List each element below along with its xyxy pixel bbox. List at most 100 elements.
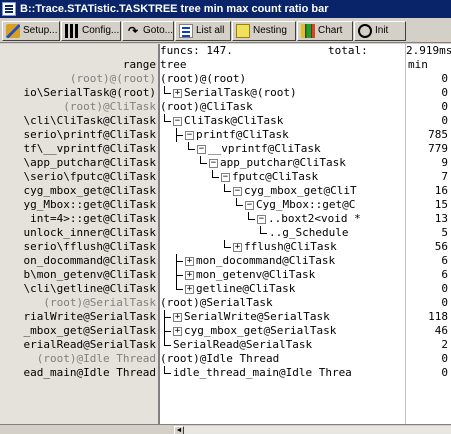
tree-node-label[interactable]: fputc@CliTask: [232, 170, 318, 184]
tree-connector: [164, 331, 171, 332]
range-cell[interactable]: (root)@SerialTask: [43, 296, 156, 310]
expand-icon[interactable]: +: [173, 313, 182, 322]
range-cell[interactable]: serio\fflush@CliTask: [24, 240, 156, 254]
tree-node-label[interactable]: getline@CliTask: [196, 282, 295, 296]
tree-connector: [212, 170, 213, 177]
tree-node-label[interactable]: fflush@CliTask: [244, 240, 337, 254]
tree-node-label[interactable]: __vprintf@CliTask: [208, 142, 321, 156]
expand-icon[interactable]: +: [233, 243, 242, 252]
range-cell[interactable]: rialWrite@SerialTask: [24, 310, 156, 324]
range-cell[interactable]: ead_main@Idle Thread: [24, 366, 156, 380]
range-cell[interactable]: \app_putchar@CliTask: [24, 156, 156, 170]
tree-node-label[interactable]: SerialTask@(root): [184, 86, 297, 100]
tree-connector: [200, 163, 207, 164]
range-cell[interactable]: (root)@Idle Thread: [37, 352, 156, 366]
nesting-button[interactable]: Nesting: [232, 21, 296, 41]
expand-icon[interactable]: +: [173, 327, 182, 336]
tree-node-label[interactable]: idle_thread_main@Idle Threa: [173, 366, 352, 380]
tree-node-label[interactable]: SerialRead@SerialTask: [173, 338, 312, 352]
collapse-icon[interactable]: −: [233, 187, 242, 196]
range-cell[interactable]: yg_Mbox::get@CliTask: [24, 198, 156, 212]
tree-node-label[interactable]: cyg_mbox_get@CliT: [244, 184, 357, 198]
range-cell[interactable]: \cli\getline@CliTask: [24, 282, 156, 296]
tree-node-label[interactable]: CliTask@CliTask: [184, 114, 283, 128]
tree-connector: [164, 86, 165, 93]
range-cell[interactable]: \cli\CliTask@CliTask: [24, 114, 156, 128]
min-cell: 16: [434, 184, 448, 197]
collapse-icon[interactable]: −: [209, 159, 218, 168]
tree-connector: [164, 366, 165, 373]
tree-column[interactable]: funcs: 147. total: tree (root)@(root) + Se…: [160, 44, 405, 424]
range-cell[interactable]: (root)@(root): [70, 72, 156, 86]
tree-connector: [200, 156, 201, 163]
tree-node-label[interactable]: printf@CliTask: [196, 128, 289, 142]
tree-connector: [176, 261, 183, 262]
tree-node-label[interactable]: mon_getenv@CliTask: [196, 268, 315, 282]
tree-node-label[interactable]: (root)@Idle Thread: [160, 352, 279, 366]
tree-node-label[interactable]: cyg_mbox_get@SerialTask: [184, 324, 336, 338]
goto-button[interactable]: ↷ Goto...: [122, 21, 174, 41]
expand-icon[interactable]: +: [185, 285, 194, 294]
collapse-icon[interactable]: −: [197, 145, 206, 154]
setup-icon: [6, 24, 20, 38]
range-cell[interactable]: serio\printf@CliTask: [24, 128, 156, 142]
min-cell: 6: [441, 254, 448, 267]
min-column[interactable]: 2.919ms min 0 0 0 0 785 779 9 7 16 15 13 5 56 6 6 0 0 118…: [405, 44, 451, 424]
range-cell[interactable]: on_docommand@CliTask: [24, 254, 156, 268]
tree-connector: [188, 149, 195, 150]
config-button[interactable]: Config...: [61, 21, 121, 41]
range-cell[interactable]: tf\__vprintf@CliTask: [24, 142, 156, 156]
config-label: Config...: [82, 25, 120, 36]
tree-connector: [164, 114, 165, 121]
tree-node-label[interactable]: (root)@SerialTask: [160, 296, 273, 310]
tree-connector: [164, 121, 171, 122]
tree-connector: [260, 233, 267, 234]
expand-icon[interactable]: +: [173, 89, 182, 98]
tree-node-label[interactable]: mon_docommand@CliTask: [196, 254, 335, 268]
chart-button[interactable]: Chart: [297, 21, 353, 41]
expand-icon[interactable]: +: [185, 271, 194, 280]
collapse-icon[interactable]: −: [221, 173, 230, 182]
tree-node-label[interactable]: SerialWrite@SerialTask: [184, 310, 330, 324]
min-cell: 2: [441, 338, 448, 351]
range-header[interactable]: range: [123, 58, 156, 72]
tree-connector: [164, 345, 171, 346]
tree-header[interactable]: tree: [160, 58, 187, 72]
init-button[interactable]: Init: [354, 21, 406, 41]
collapse-icon[interactable]: −: [245, 201, 254, 210]
range-cell[interactable]: int=4>::get@CliTask: [30, 212, 156, 226]
collapse-icon[interactable]: −: [185, 131, 194, 140]
tree-connector: [176, 275, 183, 276]
min-cell: 9: [441, 156, 448, 169]
tree-node-label[interactable]: app_putchar@CliTask: [220, 156, 346, 170]
nesting-label: Nesting: [253, 25, 287, 36]
tree-node-label[interactable]: ..boxt2<void *: [268, 212, 361, 226]
setup-button[interactable]: Setup...: [2, 21, 60, 41]
expand-icon[interactable]: +: [185, 257, 194, 266]
collapse-icon[interactable]: −: [173, 117, 182, 126]
range-column[interactable]: range (root)@(root) io\SerialTask@(root)(…: [0, 44, 158, 424]
range-cell[interactable]: \serio\fputc@CliTask: [24, 170, 156, 184]
tree-node-label[interactable]: Cyg_Mbox::get@C: [256, 198, 355, 212]
collapse-icon[interactable]: −: [257, 215, 266, 224]
min-cell: 0: [441, 86, 448, 99]
range-cell[interactable]: _mbox_get@SerialTask: [24, 324, 156, 338]
range-cell[interactable]: io\SerialTask@(root): [24, 86, 156, 100]
range-cell[interactable]: unlock_inner@CliTask: [24, 226, 156, 240]
list-all-button[interactable]: List all: [175, 21, 231, 41]
range-cell[interactable]: cyg_mbox_get@CliTask: [24, 184, 156, 198]
range-cell[interactable]: b\mon_getenv@CliTask: [24, 268, 156, 282]
min-header[interactable]: min: [408, 58, 428, 72]
scroll-left-arrow[interactable]: ◄: [174, 426, 184, 434]
tree-node-label[interactable]: (root)@(root): [160, 72, 246, 86]
title-bar[interactable]: B::Trace.STATistic.TASKTREE tree min max…: [0, 0, 451, 18]
scroll-track[interactable]: [184, 426, 451, 434]
min-cell: 5: [441, 226, 448, 239]
horizontal-scrollbar[interactable]: ◄: [0, 424, 451, 434]
tree-connector: [224, 184, 225, 191]
tree-node-label[interactable]: ..g_Schedule: [269, 226, 348, 240]
tree-node-label[interactable]: (root)@CliTask: [160, 100, 253, 114]
min-cell: 0: [441, 296, 448, 309]
range-cell[interactable]: erialRead@SerialTask: [24, 338, 156, 352]
range-cell[interactable]: (root)@CliTask: [63, 100, 156, 114]
